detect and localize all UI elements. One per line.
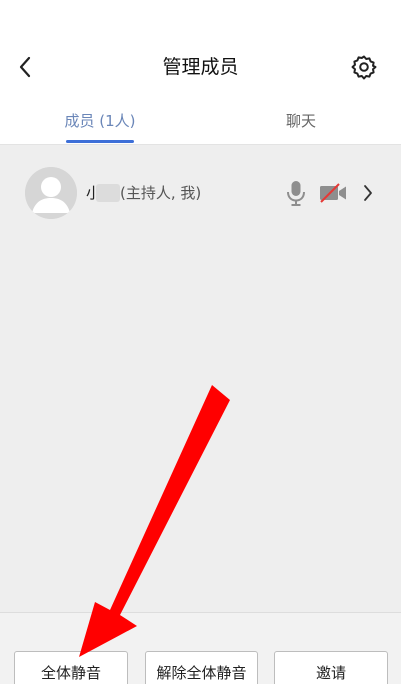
- member-row[interactable]: 小 (主持人, 我): [0, 146, 401, 241]
- member-role: (主持人, 我): [120, 184, 202, 202]
- camera-button[interactable]: [318, 182, 348, 204]
- invite-label: 邀请: [315, 664, 346, 682]
- settings-button[interactable]: [349, 52, 379, 82]
- mute-all-button[interactable]: 全体静音: [14, 651, 128, 684]
- tab-chat-label: 聊天: [285, 112, 316, 130]
- redacted-name-patch: [96, 184, 120, 202]
- header: 管理成员: [0, 0, 401, 100]
- tab-members[interactable]: 成员 (1人): [0, 100, 200, 145]
- tab-bar: 成员 (1人) 聊天: [0, 100, 401, 145]
- default-avatar-icon: [25, 167, 77, 219]
- avatar: [25, 167, 77, 219]
- member-detail-button[interactable]: [361, 182, 375, 204]
- mute-all-label: 全体静音: [40, 664, 101, 682]
- camera-off-icon: [320, 183, 346, 203]
- tab-chat[interactable]: 聊天: [201, 100, 401, 145]
- unmute-all-label: 解除全体静音: [156, 664, 247, 682]
- chevron-right-icon: [364, 185, 372, 201]
- unmute-all-button[interactable]: 解除全体静音: [145, 651, 258, 684]
- microphone-icon: [287, 181, 305, 206]
- tab-members-label: 成员 (1人): [64, 112, 136, 130]
- invite-button[interactable]: 邀请: [274, 651, 388, 684]
- page-title: 管理成员: [162, 56, 239, 78]
- gear-icon: [351, 55, 377, 80]
- active-tab-indicator: [66, 140, 134, 143]
- bottom-action-bar: 全体静音 解除全体静音 邀请: [0, 613, 401, 684]
- mic-button[interactable]: [285, 179, 307, 207]
